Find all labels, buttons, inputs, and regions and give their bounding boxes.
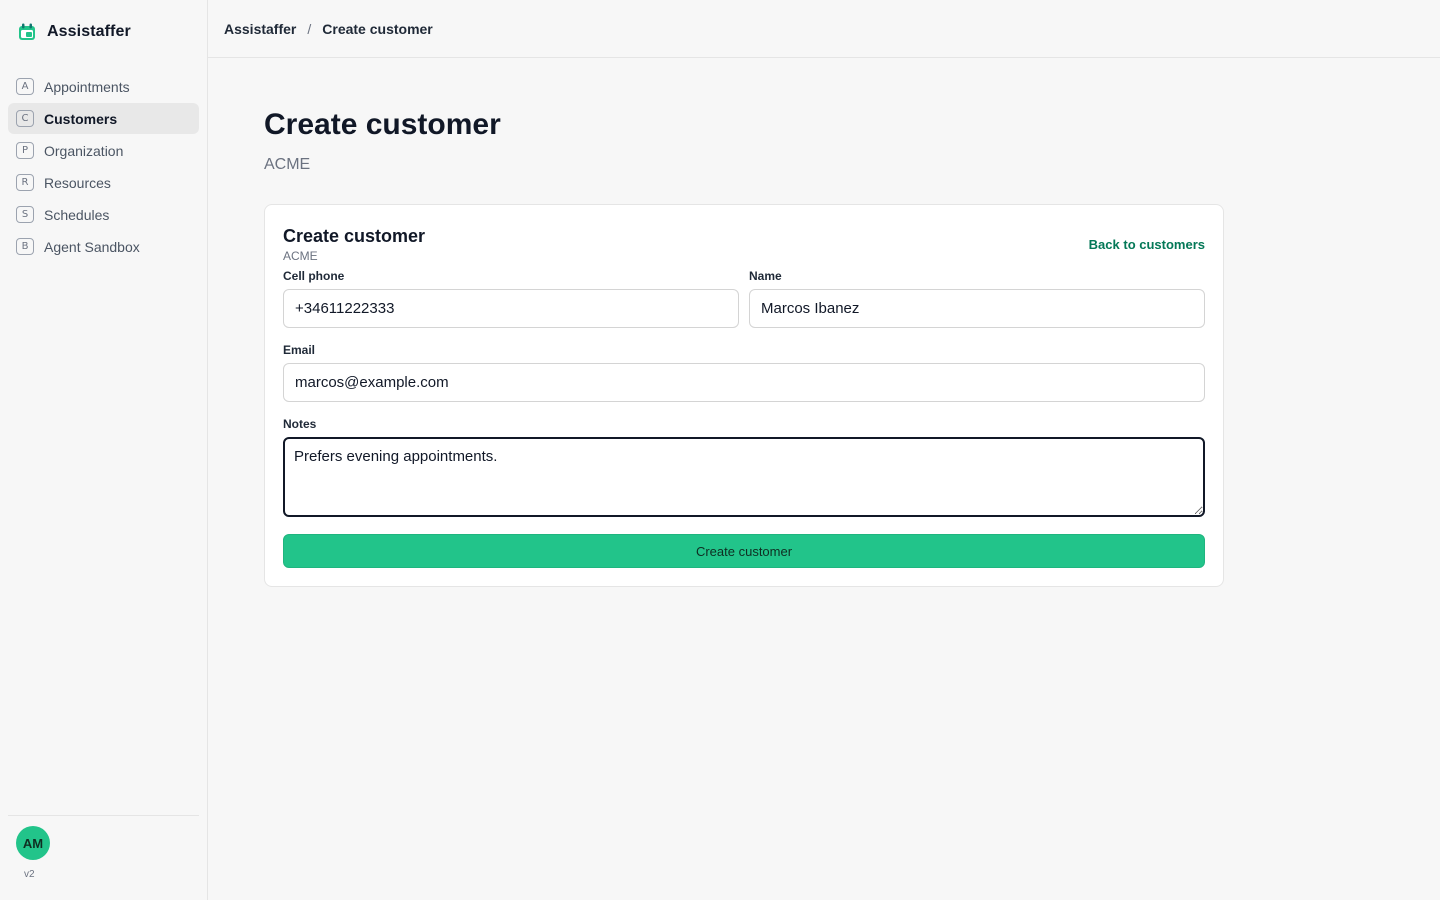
- avatar[interactable]: AM: [16, 826, 50, 860]
- sidebar-item-organization[interactable]: P Organization: [8, 135, 199, 166]
- sidebar-nav: A Appointments C Customers P Organizatio…: [8, 71, 199, 262]
- version-label: v2: [24, 869, 35, 880]
- sidebar-item-schedules[interactable]: S Schedules: [8, 199, 199, 230]
- sidebar-item-customers[interactable]: C Customers: [8, 103, 199, 134]
- sidebar-item-label: Schedules: [44, 206, 110, 223]
- calendar-logo-icon: [17, 22, 37, 42]
- breadcrumb-current: Create customer: [322, 20, 433, 37]
- shortcut-key-badge: A: [16, 78, 34, 95]
- shortcut-key-badge: B: [16, 238, 34, 255]
- page-title: Create customer: [264, 108, 501, 141]
- name-field-group: Name: [749, 269, 1205, 328]
- main-content: Assistaffer / Create customer Create cus…: [208, 0, 1440, 900]
- create-customer-card: Create customer ACME Back to customers C…: [264, 204, 1224, 587]
- sidebar-item-label: Appointments: [44, 78, 130, 95]
- card-title: Create customer: [283, 226, 426, 246]
- sidebar-footer: AM v2: [8, 815, 199, 880]
- sidebar-item-appointments[interactable]: A Appointments: [8, 71, 199, 102]
- cell-phone-field-group: Cell phone: [283, 269, 739, 328]
- name-label: Name: [749, 269, 782, 283]
- shortcut-key-badge: P: [16, 142, 34, 159]
- cell-phone-input[interactable]: [283, 289, 739, 328]
- card-subtitle: ACME: [283, 249, 318, 263]
- card-header: Create customer ACME Back to customers: [283, 225, 1205, 263]
- sidebar-item-agent-sandbox[interactable]: B Agent Sandbox: [8, 231, 199, 262]
- cell-phone-label: Cell phone: [283, 269, 345, 283]
- brand[interactable]: Assistaffer: [8, 0, 199, 64]
- breadcrumb-separator: /: [307, 20, 312, 37]
- phone-name-row: Cell phone Name: [283, 269, 1205, 328]
- notes-field-group: Notes Prefers evening appointments.: [283, 417, 1205, 522]
- sidebar: Assistaffer A Appointments C Customers P…: [0, 0, 208, 900]
- sidebar-item-label: Agent Sandbox: [44, 238, 140, 255]
- sidebar-item-label: Customers: [44, 110, 118, 127]
- page-body: Create customer ACME Create customer ACM…: [208, 58, 1440, 587]
- email-field-group: Email: [283, 343, 1205, 402]
- page-subtitle: ACME: [264, 156, 311, 173]
- shortcut-key-badge: C: [16, 110, 34, 127]
- app-root: Assistaffer A Appointments C Customers P…: [0, 0, 1440, 900]
- sidebar-item-label: Resources: [44, 174, 111, 191]
- back-to-customers-link[interactable]: Back to customers: [1089, 237, 1205, 252]
- brand-name: Assistaffer: [47, 23, 131, 40]
- sidebar-item-label: Organization: [44, 142, 124, 159]
- notes-label: Notes: [283, 417, 317, 431]
- notes-textarea[interactable]: Prefers evening appointments.: [283, 437, 1205, 517]
- create-customer-button[interactable]: Create customer: [283, 534, 1205, 568]
- email-label: Email: [283, 343, 316, 357]
- breadcrumb-root[interactable]: Assistaffer: [224, 21, 296, 37]
- sidebar-item-resources[interactable]: R Resources: [8, 167, 199, 198]
- breadcrumb: Assistaffer / Create customer: [208, 0, 1440, 58]
- email-input[interactable]: [283, 363, 1205, 402]
- name-input[interactable]: [749, 289, 1205, 328]
- shortcut-key-badge: S: [16, 206, 34, 223]
- shortcut-key-badge: R: [16, 174, 34, 191]
